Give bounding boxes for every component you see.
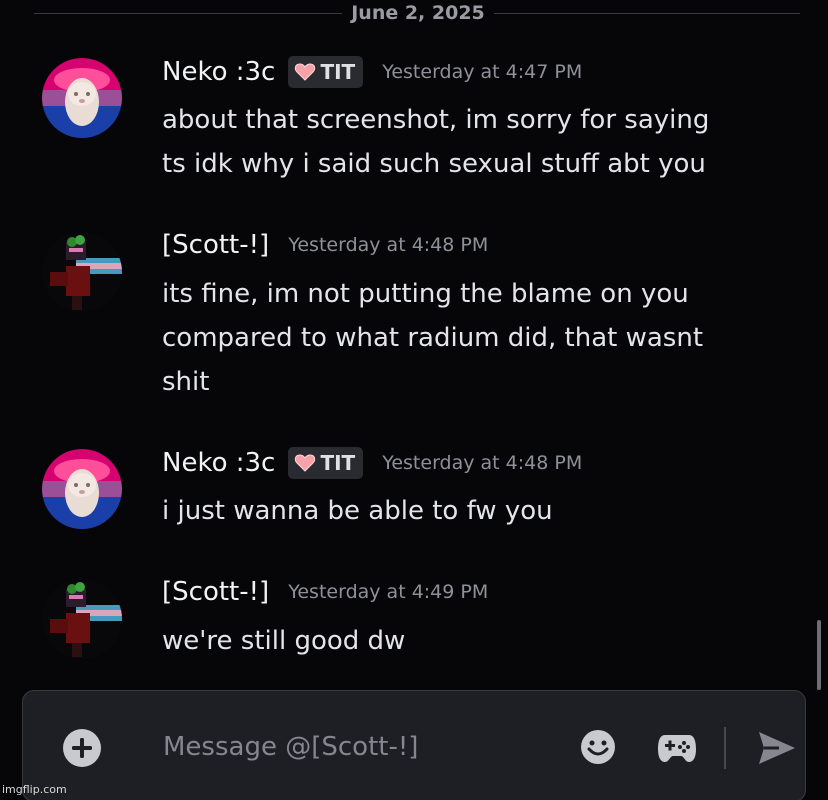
message-line: its fine, im not putting the blame on yo… <box>162 279 689 309</box>
username[interactable]: [Scott-!] <box>162 577 269 607</box>
message-content: i just wanna be able to fw you <box>162 489 782 533</box>
avatar[interactable] <box>42 232 122 312</box>
avatar[interactable] <box>42 449 122 529</box>
message-content: about that screenshot, im sorry for sayi… <box>162 98 782 186</box>
message-content: its fine, im not putting the blame on yo… <box>162 272 782 404</box>
bisexual-flag-cat-avatar <box>42 449 122 529</box>
gamepad-icon[interactable] <box>657 731 697 765</box>
guild-tag[interactable]: TIT <box>288 56 364 88</box>
attach-button[interactable] <box>63 729 101 767</box>
message-header: [Scott-!] Yesterday at 4:48 PM <box>162 230 488 270</box>
bisexual-flag-cat-avatar <box>42 58 122 138</box>
username[interactable]: Neko :3c <box>162 448 275 478</box>
plus-circle-icon <box>72 738 92 758</box>
avatar[interactable] <box>42 58 122 138</box>
message-header: Neko :3c TIT Yesterday at 4:48 PM <box>162 447 582 487</box>
timestamp: Yesterday at 4:48 PM <box>382 452 583 474</box>
message-line: about that screenshot, im sorry for sayi… <box>162 105 710 135</box>
timestamp: Yesterday at 4:49 PM <box>288 581 489 603</box>
message-line: compared to what radium did, that wasnt <box>162 323 704 353</box>
heart-icon <box>295 63 316 81</box>
message-composer <box>22 690 806 800</box>
date-divider-text: June 2, 2025 <box>351 2 485 24</box>
scrollbar-thumb[interactable] <box>817 620 821 690</box>
avatar[interactable] <box>42 579 122 659</box>
date-divider: June 2, 2025 <box>34 0 800 30</box>
message-line: ts idk why i said such sexual stuff abt … <box>162 149 706 179</box>
composer-separator <box>724 727 726 769</box>
send-icon[interactable] <box>757 729 797 767</box>
roblox-character-avatar <box>42 579 122 659</box>
guild-tag-label: TIT <box>320 60 356 84</box>
timestamp: Yesterday at 4:48 PM <box>288 234 489 256</box>
message-line: i just wanna be able to fw you <box>162 496 553 526</box>
heart-icon <box>295 454 316 472</box>
emoji-icon[interactable] <box>579 728 617 766</box>
message-header: [Scott-!] Yesterday at 4:49 PM <box>162 577 488 617</box>
roblox-character-avatar <box>42 232 122 312</box>
username[interactable]: Neko :3c <box>162 57 275 87</box>
message-content: we're still good dw <box>162 619 782 663</box>
message-input[interactable] <box>163 725 563 769</box>
guild-tag[interactable]: TIT <box>288 447 364 479</box>
guild-tag-label: TIT <box>320 451 356 475</box>
timestamp: Yesterday at 4:47 PM <box>382 61 583 83</box>
username[interactable]: [Scott-!] <box>162 230 269 260</box>
message-header: Neko :3c TIT Yesterday at 4:47 PM <box>162 56 582 96</box>
watermark: imgflip.com <box>2 783 67 796</box>
divider-line-left <box>34 13 342 14</box>
message-line: shit <box>162 367 210 397</box>
divider-line-right <box>494 13 800 14</box>
dm-chat-window: June 2, 2025 Neko :3c TIT Yesterday at 4… <box>0 0 828 800</box>
message-line: we're still good dw <box>162 626 406 656</box>
